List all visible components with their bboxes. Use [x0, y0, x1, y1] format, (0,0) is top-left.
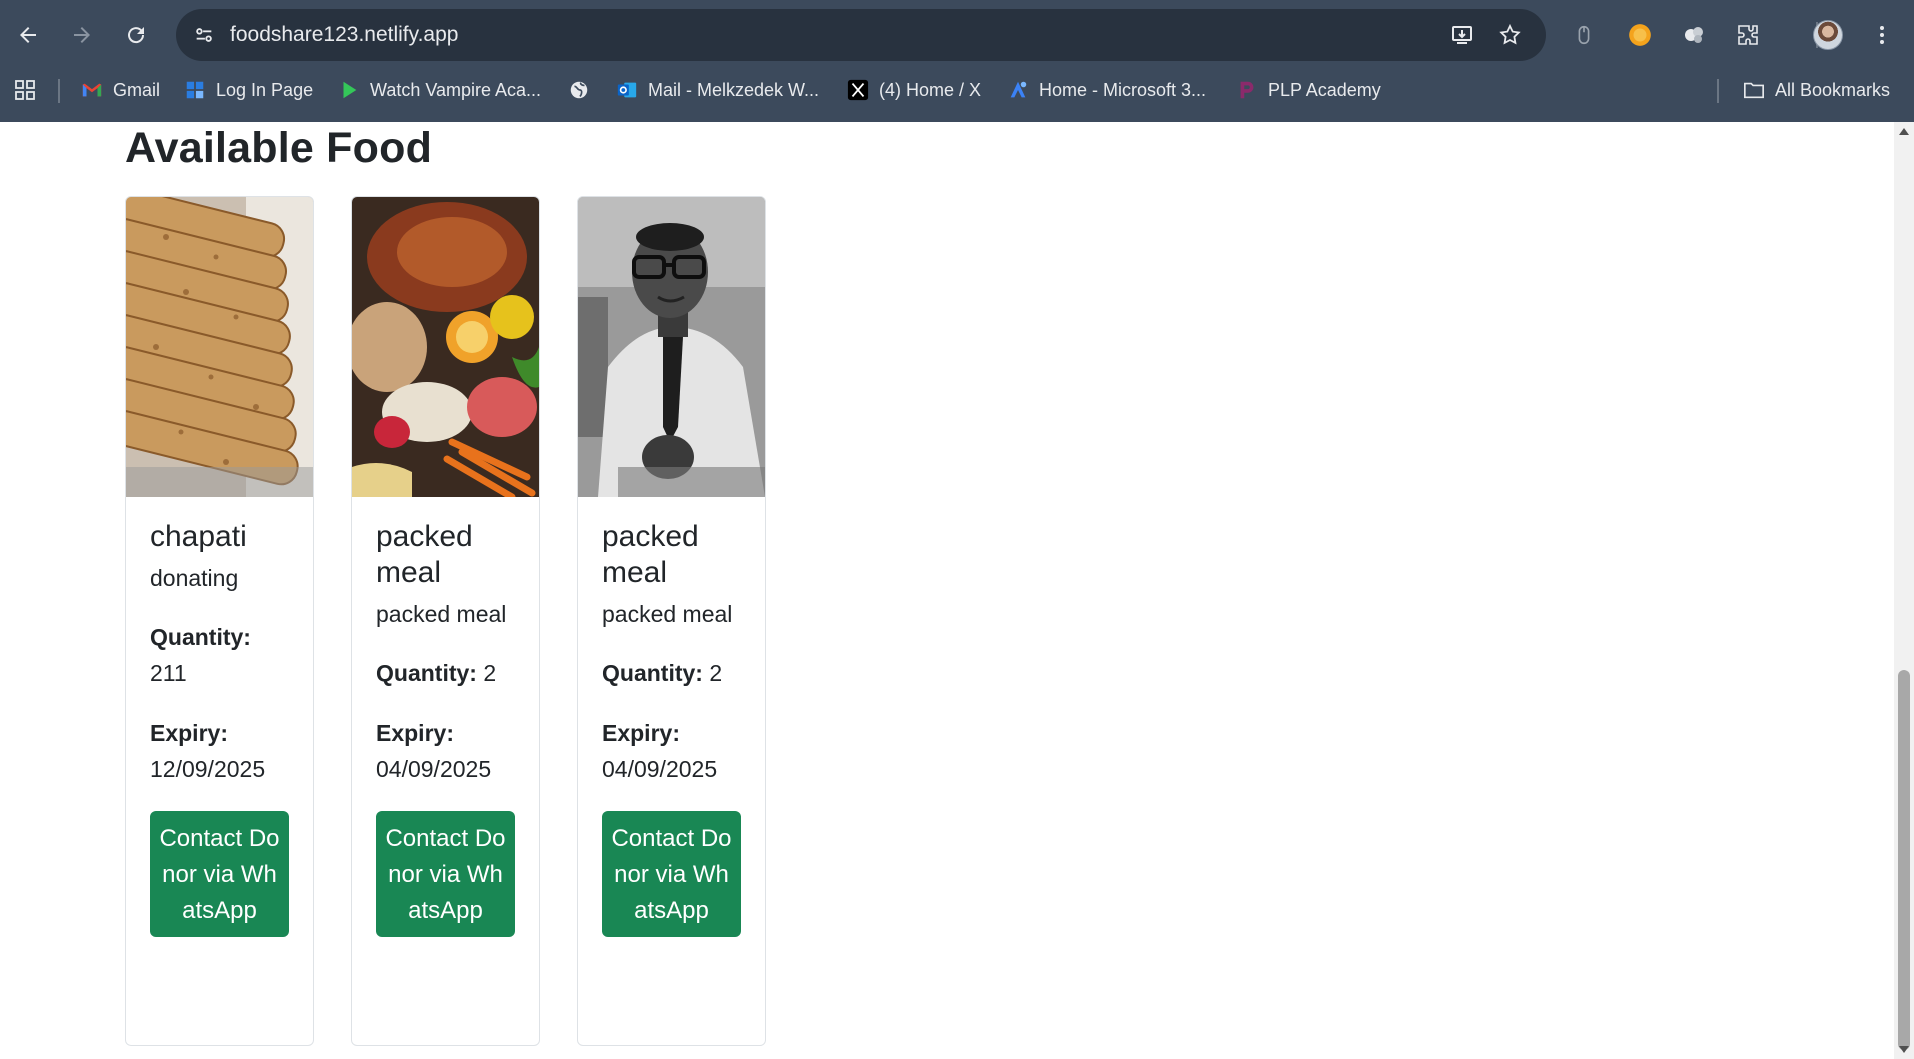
- x-icon: [847, 79, 869, 101]
- page-scrollbar[interactable]: [1894, 122, 1914, 1059]
- bookmark-watch-vampire[interactable]: Watch Vampire Aca...: [338, 70, 541, 110]
- avatar: [1813, 20, 1843, 50]
- bookmark-globe[interactable]: [568, 70, 600, 110]
- microsoft-icon: [1007, 79, 1029, 101]
- back-arrow-icon: [20, 27, 36, 43]
- bookmark-plp-academy[interactable]: PLP Academy: [1236, 70, 1381, 110]
- card-body: chapati donating Quantity: 211 Expiry: 1…: [126, 497, 313, 937]
- reload-icon: [128, 27, 145, 44]
- scroll-up-arrow-icon[interactable]: [1899, 128, 1909, 135]
- mouse-extension-icon[interactable]: [1566, 17, 1602, 53]
- bookmark-star-icon[interactable]: [1496, 21, 1524, 49]
- food-card: chapati donating Quantity: 211 Expiry: 1…: [125, 196, 314, 1046]
- bookmark-home-x[interactable]: (4) Home / X: [847, 70, 981, 110]
- bookmark-home-microsoft[interactable]: Home - Microsoft 3...: [1007, 70, 1206, 110]
- bookmark-label: Mail - Melkzedek W...: [648, 79, 820, 100]
- quantity-label: Quantity:: [376, 660, 477, 686]
- plp-icon: [1236, 79, 1258, 101]
- expiry-value: 04/09/2025: [376, 756, 492, 782]
- forward-button[interactable]: [62, 15, 102, 55]
- forward-arrow-icon: [74, 27, 90, 43]
- address-bar[interactable]: foodshare123.netlify.app: [176, 9, 1546, 61]
- scrollbar-thumb[interactable]: [1898, 670, 1910, 1050]
- bookmark-label: Log In Page: [216, 79, 314, 100]
- quantity-line: Quantity: 211: [150, 619, 289, 691]
- food-card: packed meal packed meal Quantity: 2 Expi…: [577, 196, 766, 1046]
- bookmarks-divider: [1717, 79, 1719, 103]
- reload-button[interactable]: [116, 15, 156, 55]
- page-title: Available Food: [125, 124, 433, 172]
- food-description: donating: [150, 565, 239, 591]
- site-info-icon[interactable]: [190, 21, 218, 49]
- quantity-value: 211: [150, 660, 187, 686]
- scroll-down-arrow-icon[interactable]: [1899, 1046, 1909, 1053]
- bookmark-label: Home - Microsoft 3...: [1039, 79, 1207, 100]
- card-body: packed meal packed meal Quantity: 2 Expi…: [352, 497, 539, 937]
- quantity-value: 2: [483, 660, 497, 686]
- food-title: chapati: [150, 520, 247, 553]
- expiry-value: 04/09/2025: [602, 756, 718, 782]
- page-icon: [184, 79, 206, 101]
- quantity-label: Quantity:: [150, 624, 251, 650]
- bookmarks-divider: [58, 79, 60, 103]
- back-button[interactable]: [8, 15, 48, 55]
- more-menu-icon[interactable]: [1864, 17, 1900, 53]
- bookmark-mail-melkzedek[interactable]: Mail - Melkzedek W...: [616, 70, 819, 110]
- quantity-value: 2: [709, 660, 723, 686]
- contact-donor-whatsapp-button[interactable]: Contact Donor via WhatsApp: [602, 811, 741, 937]
- food-description: packed meal: [376, 601, 507, 627]
- orange-extension-icon[interactable]: [1622, 17, 1658, 53]
- gmail-icon: [81, 79, 103, 101]
- expiry-line: Expiry: 04/09/2025: [376, 715, 515, 787]
- assorted-food-photo: [352, 197, 539, 497]
- food-card-list: chapati donating Quantity: 211 Expiry: 1…: [125, 196, 766, 1046]
- contact-donor-whatsapp-button[interactable]: Contact Donor via WhatsApp: [150, 811, 289, 937]
- expiry-line: Expiry: 04/09/2025: [602, 715, 741, 787]
- food-title: packed meal: [602, 520, 699, 589]
- bookmark-label: PLP Academy: [1268, 79, 1381, 100]
- install-app-icon[interactable]: [1448, 21, 1476, 49]
- food-card: packed meal packed meal Quantity: 2 Expi…: [351, 196, 540, 1046]
- person-portrait-photo: [578, 197, 765, 497]
- browser-toolbar: foodshare123.netlify.app: [0, 0, 1914, 70]
- profile-avatar[interactable]: [1810, 17, 1846, 53]
- quantity-line: Quantity: 2: [602, 655, 741, 691]
- food-description: packed meal: [602, 601, 733, 627]
- card-body: packed meal packed meal Quantity: 2 Expi…: [578, 497, 765, 937]
- url-text[interactable]: foodshare123.netlify.app: [230, 9, 458, 61]
- expiry-label: Expiry:: [602, 720, 680, 746]
- expiry-label: Expiry:: [376, 720, 454, 746]
- quantity-label: Quantity:: [602, 660, 703, 686]
- browser-chrome: foodshare123.netlify.app Gmail Log In Pa…: [0, 0, 1914, 122]
- food-title: packed meal: [376, 520, 473, 589]
- bookmark-gmail[interactable]: Gmail: [81, 70, 160, 110]
- bookmark-label: Watch Vampire Aca...: [370, 79, 542, 100]
- outlook-icon: [616, 79, 638, 101]
- globe-icon: [568, 79, 590, 101]
- apps-grid-icon[interactable]: [13, 70, 37, 110]
- bookmark-label: (4) Home / X: [879, 79, 982, 100]
- chapati-photo: [126, 197, 313, 497]
- bookmarks-bar: Gmail Log In Page Watch Vampire Aca... M…: [0, 70, 1914, 110]
- bookmark-log-in-page[interactable]: Log In Page: [184, 70, 313, 110]
- page-viewport: Available Food chapati donating Quantity…: [0, 122, 1894, 1059]
- all-bookmarks-button[interactable]: All Bookmarks: [1743, 70, 1890, 110]
- all-bookmarks-label: All Bookmarks: [1775, 79, 1891, 100]
- play-icon: [338, 79, 360, 101]
- expiry-value: 12/09/2025: [150, 756, 266, 782]
- quantity-line: Quantity: 2: [376, 655, 515, 691]
- expiry-line: Expiry: 12/09/2025: [150, 715, 289, 787]
- expiry-label: Expiry:: [150, 720, 228, 746]
- dots-extension-icon[interactable]: [1676, 17, 1712, 53]
- extensions-puzzle-icon[interactable]: [1730, 17, 1766, 53]
- contact-donor-whatsapp-button[interactable]: Contact Donor via WhatsApp: [376, 811, 515, 937]
- folder-icon: [1743, 79, 1765, 101]
- bookmark-label: Gmail: [113, 79, 161, 100]
